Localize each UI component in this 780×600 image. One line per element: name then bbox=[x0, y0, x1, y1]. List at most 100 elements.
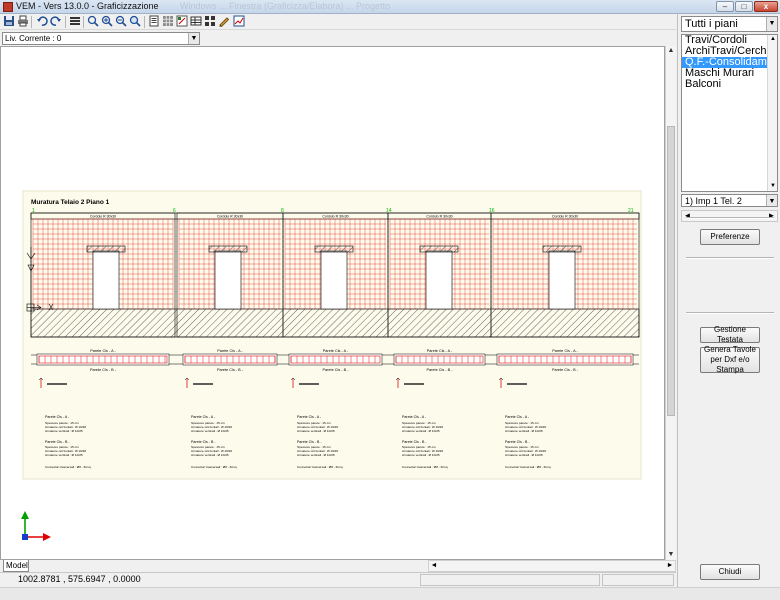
zoom-in-icon[interactable] bbox=[100, 15, 113, 28]
scroll-up-icon[interactable]: ▲ bbox=[768, 35, 777, 44]
plan-label-a: Parete Cls - A - bbox=[323, 349, 349, 353]
foundation-hatch bbox=[30, 308, 640, 338]
level-selector[interactable]: Liv. Corrente : 0 ▼ bbox=[2, 32, 200, 45]
plan-label-a: Parete Cls - A - bbox=[427, 349, 453, 353]
scroll-left-icon[interactable]: ◄ bbox=[429, 561, 439, 571]
title-bar: VEM - Vers 13.0.0 - Graficizzazione Wind… bbox=[0, 0, 780, 14]
drawing-title: Muratura Telaio 2 Piano 1 bbox=[31, 199, 110, 206]
chart-icon[interactable] bbox=[232, 15, 245, 28]
chevron-down-icon[interactable]: ▼ bbox=[766, 195, 777, 206]
generate-sheets-button[interactable]: Genera Tavole per Dxf e/o Stampa bbox=[700, 345, 760, 374]
dimension-icon[interactable] bbox=[175, 15, 188, 28]
right-panel: Tutti i piani ▼ Travi/Cordoli ArchiTravi… bbox=[677, 14, 780, 587]
app-icon bbox=[3, 2, 13, 12]
panel-header: Cordolo R 30x30 bbox=[217, 215, 243, 219]
wall-note: Connettori trasversali : Ø8 - 6/mq bbox=[402, 465, 448, 469]
cursor-coordinates: 1002.8781 , 575.6947 , 0.0000 bbox=[18, 574, 141, 584]
wall-note: Armature verticali : Ø 10/25 bbox=[402, 453, 440, 457]
wall-note: Parete Cls - B - bbox=[505, 440, 530, 444]
bottom-bar bbox=[0, 587, 780, 600]
wall-note: Armature verticali : Ø 10/25 bbox=[505, 453, 543, 457]
wall-note: Armature verticali : Ø 10/25 bbox=[45, 453, 83, 457]
wall-note: Armature verticali : Ø 10/25 bbox=[402, 429, 440, 433]
scroll-down-icon[interactable]: ▼ bbox=[666, 550, 676, 560]
print-preview-icon[interactable] bbox=[147, 15, 160, 28]
plan-label-a: Parete Cls - A - bbox=[217, 349, 243, 353]
vertical-scrollbar[interactable]: ▲ ▼ bbox=[665, 46, 676, 560]
frame-select[interactable]: 1) Imp 1 Tel. 2 ▼ bbox=[681, 194, 778, 207]
wall-note: Armature verticali : Ø 10/25 bbox=[505, 429, 543, 433]
plan-label-a: Parete Cls - A - bbox=[552, 349, 578, 353]
plan-label-b: Parete Cls - B - bbox=[90, 368, 117, 372]
maximize-button[interactable]: □ bbox=[735, 1, 753, 12]
wall-note: Parete Cls - B - bbox=[45, 440, 70, 444]
wall-note: Parete Cls - B - bbox=[191, 440, 216, 444]
header-management-button[interactable]: Gestione Testata bbox=[700, 325, 760, 344]
close-window-button[interactable]: x bbox=[754, 1, 778, 12]
wall-note: Parete Cls - B - bbox=[402, 440, 427, 444]
floors-select-value: Tutti i piani bbox=[685, 18, 738, 30]
node-label: 14 bbox=[386, 208, 392, 214]
wall-note: Parete Cls - B - bbox=[297, 440, 322, 444]
zoom-out-icon[interactable] bbox=[114, 15, 127, 28]
minimize-button[interactable]: – bbox=[716, 1, 734, 12]
scroll-up-icon[interactable]: ▲ bbox=[666, 46, 676, 56]
node-label: 16 bbox=[489, 208, 495, 214]
preferences-button[interactable]: Preferenze bbox=[700, 229, 760, 245]
chevron-down-icon[interactable]: ▼ bbox=[188, 33, 199, 44]
scroll-down-icon[interactable]: ▼ bbox=[768, 182, 777, 191]
door-opening bbox=[92, 250, 120, 310]
chevron-down-icon[interactable]: ▼ bbox=[766, 17, 777, 31]
layers-icon[interactable] bbox=[68, 15, 81, 28]
close-button[interactable]: Chiudi bbox=[700, 564, 760, 580]
wall-note: Parete Cls - A - bbox=[297, 415, 322, 419]
level-selector-value: Liv. Corrente : 0 bbox=[5, 34, 62, 43]
tab-model[interactable]: Model bbox=[3, 560, 29, 572]
scroll-right-icon[interactable]: ► bbox=[665, 561, 675, 571]
node-label: 6 bbox=[173, 208, 176, 214]
wall-note: Connettori trasversali : Ø8 - 6/mq bbox=[191, 465, 237, 469]
wall-note: Connettori trasversali : Ø8 - 6/mq bbox=[297, 465, 343, 469]
status-bar: 1002.8781 , 575.6947 , 0.0000 bbox=[0, 572, 676, 586]
status-pane bbox=[602, 574, 674, 586]
panel-header: Cordolo R 30x30 bbox=[90, 215, 116, 219]
plan-label-b: Parete Cls - B - bbox=[552, 368, 579, 372]
undo-icon[interactable] bbox=[35, 15, 48, 28]
lintel bbox=[419, 245, 459, 253]
horizontal-scrollbar[interactable]: ◄ ► bbox=[428, 560, 676, 572]
scroll-left-icon[interactable]: ◄ bbox=[682, 211, 693, 221]
save-icon[interactable] bbox=[2, 15, 15, 28]
pencil-icon[interactable] bbox=[217, 15, 230, 28]
plan-label-a: Parete Cls - A - bbox=[90, 349, 116, 353]
wall-note: Parete Cls - A - bbox=[45, 415, 70, 419]
table-icon[interactable] bbox=[189, 15, 202, 28]
panel-header: Cordolo R 30x30 bbox=[322, 215, 348, 219]
list-item[interactable]: Balconi bbox=[682, 79, 777, 90]
zoom-window-icon[interactable] bbox=[86, 15, 99, 28]
grid-icon[interactable] bbox=[161, 15, 174, 28]
element-type-list[interactable]: Travi/Cordoli ArchiTravi/Cerchiature Q.F… bbox=[681, 34, 778, 192]
door-opening bbox=[320, 250, 348, 310]
door-opening bbox=[548, 250, 576, 310]
divider bbox=[686, 257, 774, 259]
wall-note: Parete Cls - A - bbox=[191, 415, 216, 419]
lintel bbox=[542, 245, 582, 253]
door-opening bbox=[214, 250, 242, 310]
wall-note: Armature verticali : Ø 10/25 bbox=[191, 453, 229, 457]
plan-label-b: Parete Cls - B - bbox=[323, 368, 350, 372]
list-scrollbar[interactable]: ▲ ▼ bbox=[767, 35, 777, 191]
scroll-right-icon[interactable]: ► bbox=[766, 211, 777, 221]
print-icon[interactable] bbox=[16, 15, 29, 28]
drawing-canvas[interactable]: Muratura Telaio 2 Piano 1 Cordolo R 30x3… bbox=[0, 46, 665, 560]
redo-icon[interactable] bbox=[49, 15, 62, 28]
lintel bbox=[314, 245, 354, 253]
frame-scrollbar[interactable]: ◄ ► bbox=[681, 210, 778, 222]
wall-note: Armature verticali : Ø 10/25 bbox=[297, 429, 335, 433]
background-window-title: Windows ... Finestra (Graficizza/Elabora… bbox=[180, 1, 391, 11]
node-label: 1 bbox=[32, 208, 35, 214]
scroll-thumb[interactable] bbox=[667, 126, 675, 416]
list-icon[interactable] bbox=[203, 15, 216, 28]
zoom-all-icon[interactable] bbox=[128, 15, 141, 28]
door-opening bbox=[425, 250, 453, 310]
floors-select[interactable]: Tutti i piani ▼ bbox=[681, 16, 778, 32]
